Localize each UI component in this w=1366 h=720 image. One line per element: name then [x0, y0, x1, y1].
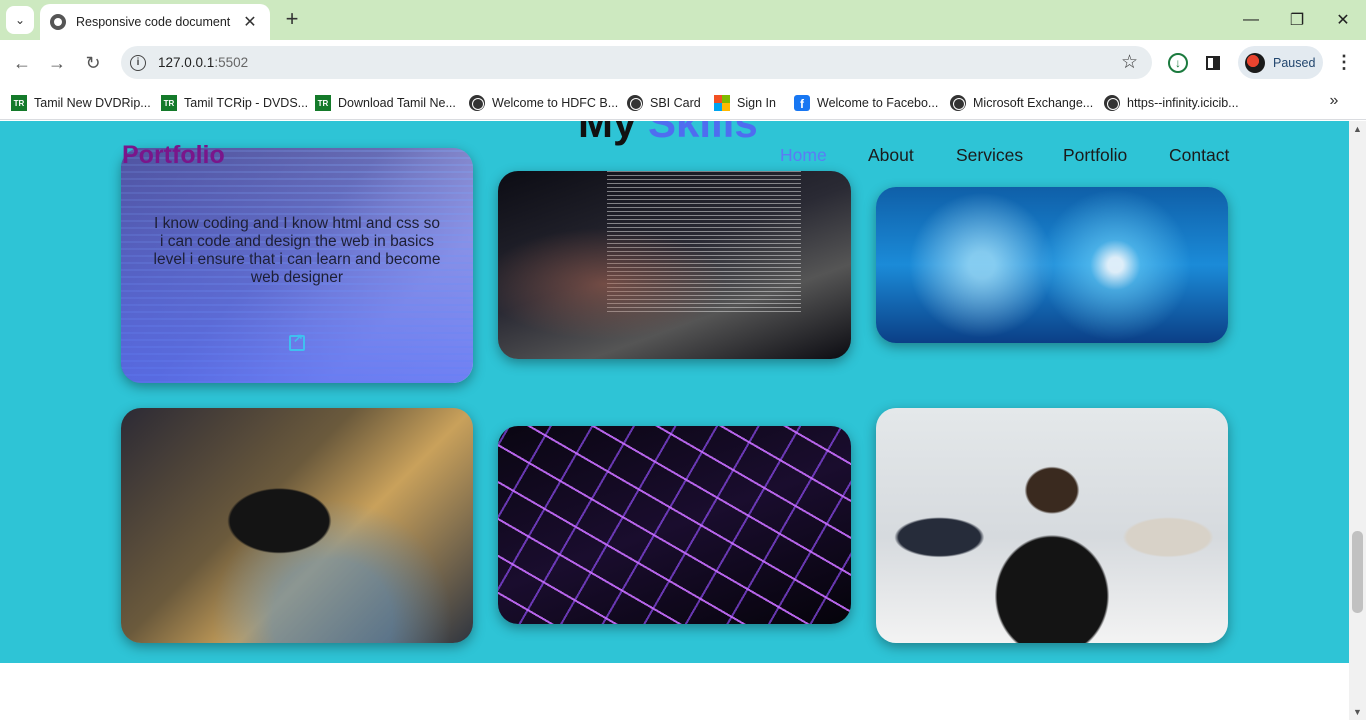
scroll-up-icon[interactable]: ▲ [1353, 124, 1362, 134]
globe-icon [1104, 95, 1120, 111]
profile-button[interactable]: Paused [1238, 46, 1323, 79]
bookmark-label: Welcome to HDFC B... [492, 96, 619, 110]
close-tab-icon[interactable]: ✕ [240, 12, 260, 32]
address-bar[interactable]: i 127.0.0.1:5502 ☆ [121, 46, 1152, 79]
bookmark-star-icon[interactable]: ☆ [1121, 51, 1138, 74]
tab-search-button[interactable]: ⌄ [6, 6, 34, 34]
globe-icon [950, 95, 966, 111]
bookmark-label: Tamil TCRip - DVDS... [184, 96, 309, 110]
scroll-down-icon[interactable]: ▼ [1353, 707, 1362, 717]
tab-strip: ⌄ Responsive code document ✕ + — ❐ ✕ [0, 0, 1366, 40]
bookmark-label: SBI Card [650, 96, 701, 110]
digital-tech-image [876, 187, 1228, 343]
bookmark-label: Sign In [737, 96, 776, 110]
globe-icon [627, 95, 643, 111]
bookmark-item[interactable]: TR Tamil New DVDRip... [11, 92, 151, 114]
portfolio-card-meeting[interactable] [876, 408, 1228, 643]
bookmark-label: Download Tamil Ne... [338, 96, 456, 110]
bookmarks-bar: TR Tamil New DVDRip... TR Tamil TCRip - DV… [0, 86, 1366, 120]
bookmark-item[interactable]: Microsoft Exchange... [950, 92, 1093, 114]
nav-about[interactable]: About [868, 145, 914, 166]
bookmark-label: Tamil New DVDRip... [34, 96, 151, 110]
portfolio-card-tech[interactable] [876, 187, 1228, 343]
scrollbar-thumb[interactable] [1352, 531, 1363, 613]
bookmark-label: Welcome to Facebo... [817, 96, 939, 110]
bookmark-label: https--infinity.icicib... [1127, 96, 1239, 110]
page-viewport: My Skills Portfolio Home About Services … [0, 121, 1349, 720]
hacker-laptop-image [498, 171, 851, 359]
bookmark-item[interactable]: https--infinity.icicib... [1104, 92, 1239, 114]
portfolio-card-hacker[interactable] [498, 171, 851, 359]
url-host: 127.0.0.1 [158, 55, 215, 70]
download-button[interactable]: ↓ [1165, 50, 1191, 76]
bookmark-item[interactable]: TR Download Tamil Ne... [315, 92, 456, 114]
browser-toolbar: ← → ↻ i 127.0.0.1:5502 ☆ ↓ Paused ⋮ [0, 40, 1366, 86]
card-description: I know coding and I know html and css so… [153, 214, 441, 286]
new-tab-button[interactable]: + [280, 8, 304, 32]
portfolio-card-keyboard[interactable] [498, 426, 851, 624]
close-window-button[interactable]: ✕ [1320, 0, 1366, 40]
bookmark-item[interactable]: Welcome to HDFC B... [469, 92, 618, 114]
browser-menu-icon[interactable]: ⋮ [1335, 50, 1353, 76]
facebook-icon: f [794, 95, 810, 111]
bookmark-item[interactable]: SBI Card [627, 92, 701, 114]
portfolio-card-coding[interactable]: I know coding and I know html and css so… [121, 148, 473, 383]
heading-text: My [578, 121, 637, 146]
portfolio-card-headphones[interactable] [121, 408, 473, 643]
skills-heading: My Skills [578, 121, 758, 147]
globe-icon [50, 14, 66, 30]
tr-icon: TR [315, 95, 331, 111]
nav-portfolio[interactable]: Portfolio [1063, 145, 1127, 166]
headphones-laptop-image [121, 408, 473, 643]
restore-button[interactable]: ❐ [1274, 0, 1320, 40]
back-button[interactable]: ← [9, 50, 35, 76]
bookmark-item[interactable]: f Welcome to Facebo... [794, 92, 938, 114]
tr-icon: TR [11, 95, 27, 111]
bookmark-item[interactable]: TR Tamil TCRip - DVDS... [161, 92, 308, 114]
active-tab[interactable]: Responsive code document ✕ [40, 4, 270, 40]
forward-button[interactable]: → [44, 50, 70, 76]
url-text: 127.0.0.1:5502 [158, 55, 248, 70]
download-icon: ↓ [1168, 53, 1188, 73]
tab-title: Responsive code document [76, 15, 231, 29]
heading-accent-text: Skills [648, 121, 758, 146]
more-bookmarks-icon[interactable]: » [1324, 92, 1344, 114]
globe-icon [469, 95, 485, 111]
url-port: :5502 [214, 55, 249, 70]
skills-section: My Skills Portfolio Home About Services … [0, 121, 1349, 663]
nav-contact[interactable]: Contact [1169, 145, 1229, 166]
card-overlay: I know coding and I know html and css so… [121, 148, 473, 383]
nav-services[interactable]: Services [956, 145, 1023, 166]
page-scrollbar[interactable]: ▲ ▼ [1349, 121, 1366, 720]
minimize-button[interactable]: — [1228, 0, 1274, 40]
microsoft-icon [714, 95, 730, 111]
side-panel-icon [1206, 56, 1220, 70]
reload-button[interactable]: ↻ [80, 50, 106, 76]
side-panel-button[interactable] [1200, 50, 1226, 76]
site-info-icon[interactable]: i [130, 54, 146, 71]
nav-home[interactable]: Home [780, 145, 827, 166]
bookmark-label: Microsoft Exchange... [973, 96, 1094, 110]
bookmark-item[interactable]: Sign In [714, 92, 776, 114]
business-meeting-image [876, 408, 1228, 643]
avatar [1245, 52, 1265, 73]
profile-status: Paused [1273, 55, 1316, 70]
tr-icon: TR [161, 95, 177, 111]
chevron-down-icon: ⌄ [14, 13, 26, 27]
external-link-icon[interactable] [289, 331, 305, 351]
site-logo[interactable]: Portfolio [122, 141, 225, 170]
purple-keyboard-image [498, 426, 851, 624]
